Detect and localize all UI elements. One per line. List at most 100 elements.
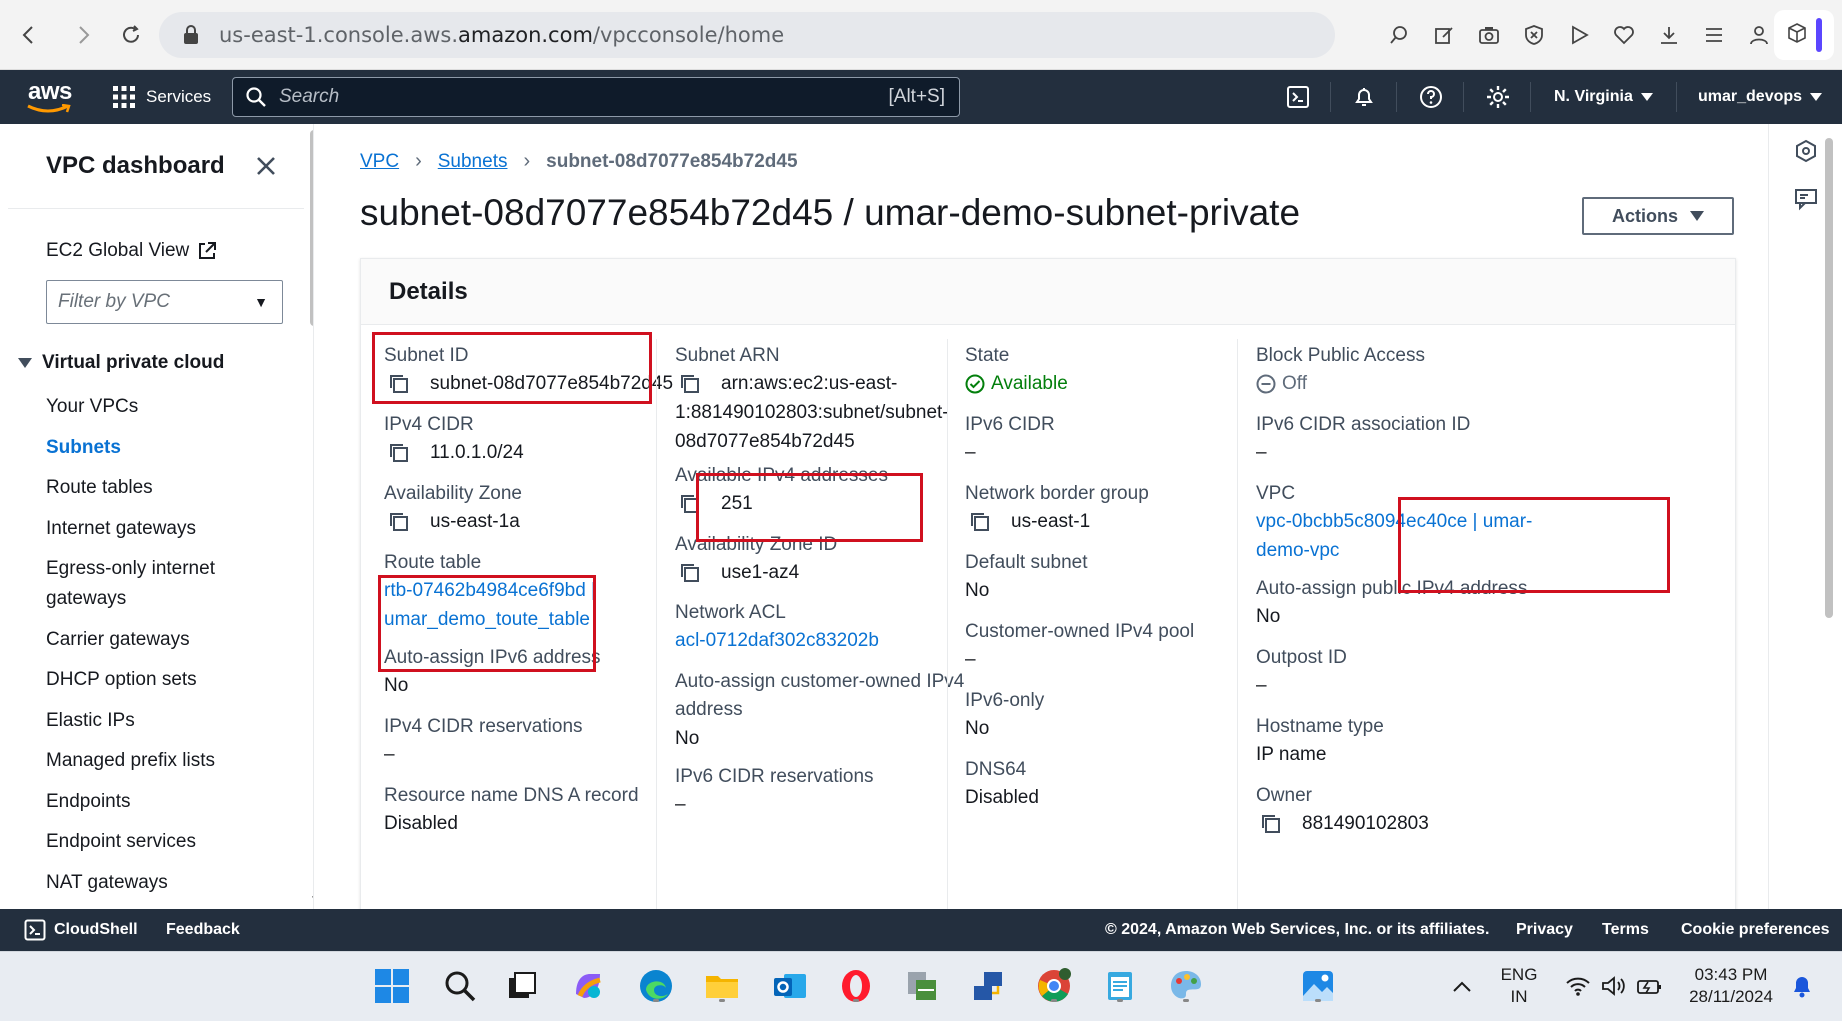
ec2-global-view-link[interactable]: EC2 Global View <box>46 240 217 262</box>
photos-icon[interactable] <box>1298 966 1338 1006</box>
sidebar-section-vpc[interactable]: Virtual private cloud <box>18 352 224 374</box>
play-icon[interactable] <box>1566 18 1592 52</box>
search-input[interactable]: Search [Alt+S] <box>232 77 960 117</box>
camera-icon[interactable] <box>1476 18 1502 52</box>
sidebar-item-carrier-gateways[interactable]: Carrier gateways <box>46 625 296 655</box>
copy-icon[interactable] <box>388 507 418 536</box>
sidebar-item-your-vpcs[interactable]: Your VPCs <box>46 392 296 422</box>
feedback-link[interactable]: Feedback <box>166 909 240 951</box>
cookie-preferences-label: Cookie preferences <box>1681 921 1830 938</box>
privacy-link[interactable]: Privacy <box>1516 909 1573 951</box>
chevron-up-icon[interactable] <box>1442 966 1482 1006</box>
file-explorer-icon[interactable] <box>702 966 742 1006</box>
services-menu[interactable]: Services <box>112 70 211 124</box>
copy-icon[interactable] <box>1260 809 1290 838</box>
sidebar-title[interactable]: VPC dashboard <box>46 152 225 180</box>
forward-icon[interactable] <box>66 18 100 52</box>
search-page-icon[interactable] <box>1386 18 1412 52</box>
copilot-icon[interactable] <box>568 966 608 1006</box>
external-link-icon <box>199 242 217 259</box>
battery-icon[interactable] <box>1630 966 1670 1006</box>
opera-icon[interactable] <box>836 966 876 1006</box>
clock[interactable]: 03:43 PM 28/11/2024 <box>1676 964 1786 1008</box>
profile-icon[interactable] <box>1746 18 1772 52</box>
sidebar-item-elastic-ips[interactable]: Elastic IPs <box>46 706 296 736</box>
heart-icon[interactable] <box>1611 18 1637 52</box>
sidebar-item-subnets[interactable]: Subnets <box>46 433 296 463</box>
search-shortcut: [Alt+S] <box>888 86 946 107</box>
sidebar-item-egress-only-internet-gateways[interactable]: Egress-only internet gateways <box>46 554 296 614</box>
ipv6-association-value: – <box>1256 442 1267 463</box>
terms-link[interactable]: Terms <box>1602 909 1649 951</box>
extensions-panel[interactable] <box>1774 10 1834 60</box>
terms-label: Terms <box>1602 921 1649 938</box>
notification-bell-icon[interactable] <box>1782 966 1822 1006</box>
settings-gear-icon[interactable] <box>1484 83 1512 111</box>
sidebar-scrollbar[interactable] <box>310 130 313 326</box>
copy-icon[interactable] <box>969 507 999 536</box>
notepad-icon[interactable] <box>1100 966 1140 1006</box>
block-public-access-label: Block Public Access <box>1256 345 1425 366</box>
actions-button[interactable]: Actions <box>1582 197 1734 235</box>
account-label: umar_devops <box>1698 88 1803 105</box>
wifi-icon[interactable] <box>1558 966 1598 1006</box>
edge-browser-icon[interactable] <box>636 966 676 1006</box>
search-icon[interactable] <box>440 966 480 1006</box>
caret-down-icon <box>1810 93 1823 101</box>
sidebar-item-internet-gateways[interactable]: Internet gateways <box>46 514 296 544</box>
edit-icon[interactable] <box>1431 18 1457 52</box>
language-indicator[interactable]: ENG IN <box>1494 964 1544 1008</box>
outpost-id-field: Outpost ID – <box>1256 645 1576 700</box>
address-bar[interactable]: us-east-1.console.aws.amazon.com/vpccons… <box>159 12 1335 58</box>
paint-icon[interactable] <box>1166 966 1206 1006</box>
aws-top-nav: aws Services Search [Alt+S] N. Virginia … <box>0 70 1842 124</box>
close-icon[interactable] <box>252 152 280 180</box>
reload-icon[interactable] <box>114 18 148 52</box>
page-title: subnet-08d7077e854b72d45 / umar-demo-sub… <box>360 192 1301 233</box>
cloudshell-button[interactable]: CloudShell <box>24 909 138 951</box>
check-circle-icon <box>965 374 985 393</box>
copy-icon[interactable] <box>679 558 709 587</box>
info-hexagon-icon[interactable] <box>1791 136 1821 166</box>
language-code: ENG <box>1500 965 1538 984</box>
cloudshell-icon[interactable] <box>1284 83 1312 111</box>
filter-by-vpc-select[interactable]: Filter by VPC ▼ <box>46 280 283 324</box>
back-icon[interactable] <box>12 18 46 52</box>
windows-start-icon[interactable] <box>372 966 412 1006</box>
download-icon[interactable] <box>1656 18 1682 52</box>
language-region: IN <box>1510 987 1528 1006</box>
sidebar-item-nat-gateways[interactable]: NAT gateways <box>46 868 296 898</box>
task-view-icon[interactable] <box>502 966 542 1006</box>
chrome-icon[interactable] <box>1034 966 1074 1006</box>
feedback-icon[interactable] <box>1791 184 1821 214</box>
account-menu[interactable]: umar_devops <box>1698 70 1823 124</box>
shield-x-icon[interactable] <box>1521 18 1547 52</box>
cookie-preferences-link[interactable]: Cookie preferences <box>1681 909 1830 951</box>
sidebar-item-endpoint-services[interactable]: Endpoint services <box>46 827 296 857</box>
availability-zone-id-value: use1-az4 <box>721 562 800 583</box>
menu-list-icon[interactable] <box>1701 18 1727 52</box>
main-scrollbar[interactable] <box>1825 138 1833 618</box>
bell-icon[interactable] <box>1350 83 1378 111</box>
outlook-icon[interactable] <box>770 966 810 1006</box>
sidebar-item-dhcp-option-sets[interactable]: DHCP option sets <box>46 665 296 695</box>
volume-icon[interactable] <box>1594 966 1634 1006</box>
details-column-4: Block Public Access Off IPv6 CIDR associ… <box>1256 325 1536 909</box>
network-tool-icon[interactable] <box>968 966 1008 1006</box>
sidebar-item-endpoints[interactable]: Endpoints <box>46 787 296 817</box>
region-selector[interactable]: N. Virginia <box>1554 70 1653 124</box>
copy-icon[interactable] <box>388 438 418 467</box>
copy-icon[interactable] <box>679 369 709 398</box>
help-icon[interactable] <box>1417 83 1445 111</box>
sidebar-item-managed-prefix-lists[interactable]: Managed prefix lists <box>46 746 296 776</box>
remote-files-icon[interactable] <box>902 966 942 1006</box>
breadcrumb-vpc[interactable]: VPC <box>360 151 399 173</box>
aws-logo[interactable]: aws <box>27 78 72 114</box>
breadcrumb-subnets[interactable]: Subnets <box>438 151 508 173</box>
owner-value: 881490102803 <box>1302 813 1429 834</box>
caret-down-icon <box>18 358 32 368</box>
url-text: us-east-1.console.aws.amazon.com/vpccons… <box>219 23 785 47</box>
highlight-route-table <box>378 575 596 672</box>
sidebar-item-route-tables[interactable]: Route tables <box>46 473 296 503</box>
scroll-down-icon[interactable]: ▼ <box>310 894 313 905</box>
